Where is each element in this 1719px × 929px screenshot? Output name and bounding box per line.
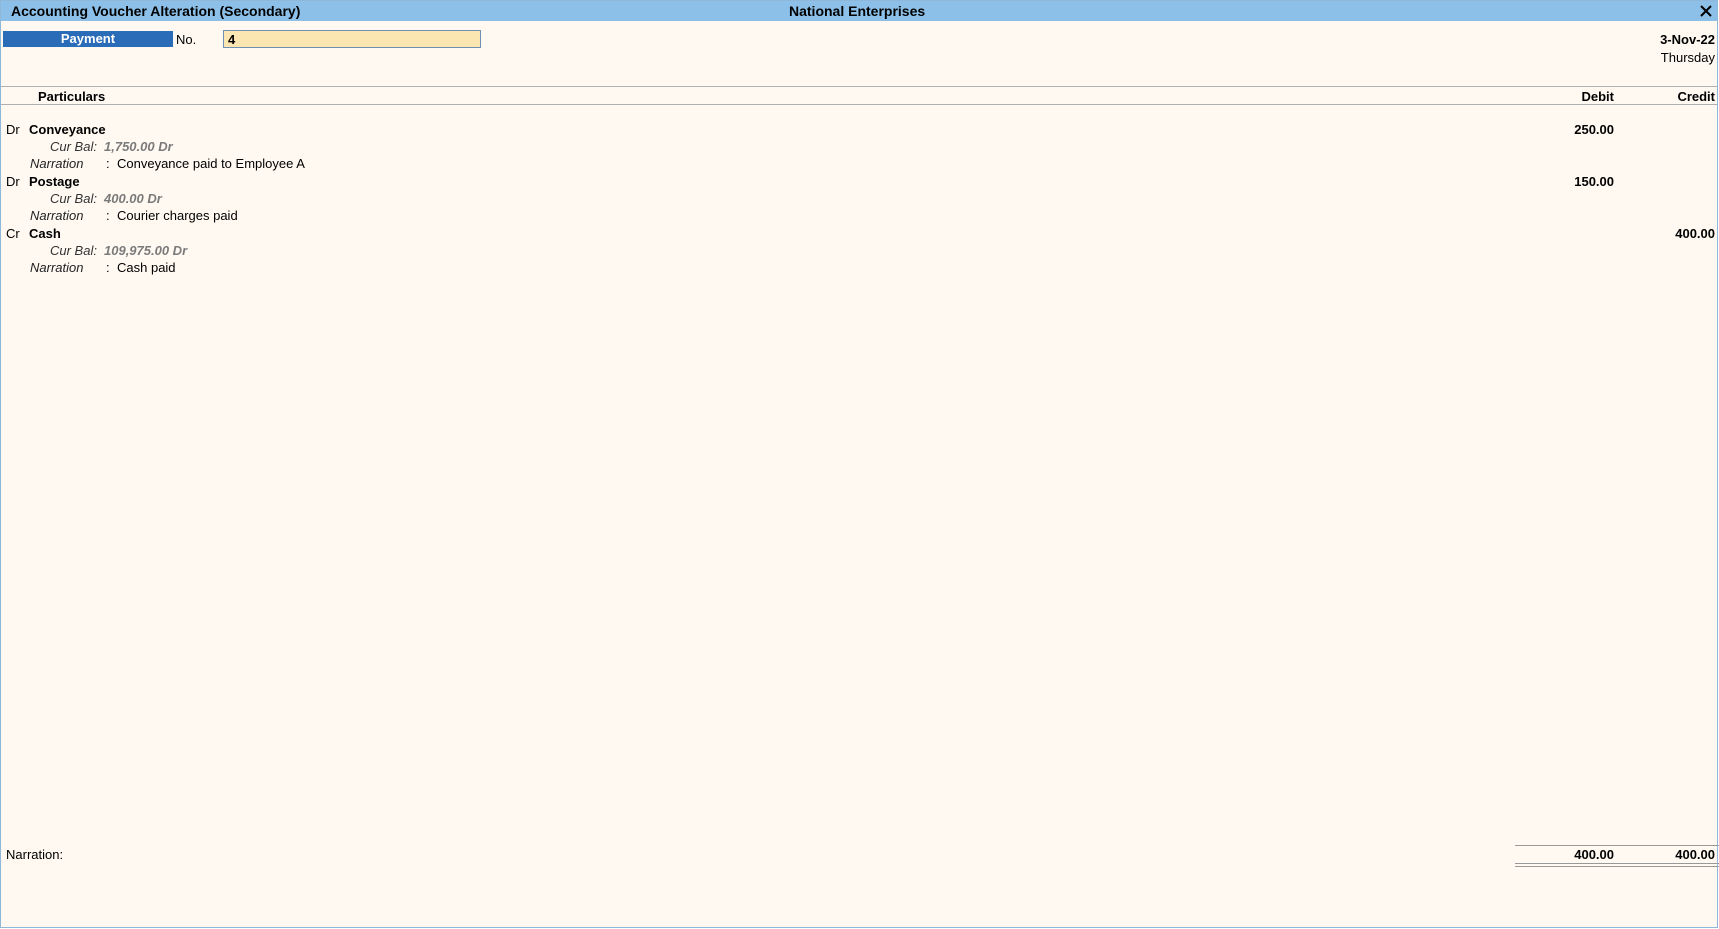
current-balance-value: 1,750.00 Dr bbox=[104, 139, 173, 154]
dr-cr-indicator[interactable]: Dr bbox=[6, 122, 20, 137]
close-button[interactable] bbox=[1697, 1, 1715, 21]
header-divider-bottom bbox=[1, 104, 1717, 105]
ledger-entry[interactable]: Dr Postage 150.00 Cur Bal: 400.00 Dr Nar… bbox=[1, 174, 1717, 226]
ledger-entry[interactable]: Dr Conveyance 250.00 Cur Bal: 1,750.00 D… bbox=[1, 122, 1717, 174]
entry-narration-colon: : bbox=[106, 208, 110, 223]
entry-narration-text[interactable]: Cash paid bbox=[117, 260, 176, 275]
close-icon bbox=[1700, 5, 1712, 17]
voucher-type[interactable]: Payment bbox=[3, 31, 173, 47]
column-header-credit: Credit bbox=[1677, 89, 1715, 104]
current-balance-label: Cur Bal: bbox=[50, 191, 97, 206]
column-header-debit: Debit bbox=[1581, 89, 1615, 104]
header-divider-top bbox=[1, 86, 1717, 87]
current-balance-label: Cur Bal: bbox=[50, 139, 97, 154]
total-debit: 400.00 bbox=[1574, 847, 1614, 862]
ledger-name[interactable]: Cash bbox=[29, 226, 61, 241]
total-divider-top bbox=[1515, 845, 1719, 846]
entry-narration-colon: : bbox=[106, 156, 110, 171]
voucher-no-input[interactable] bbox=[223, 30, 481, 48]
entry-narration-text[interactable]: Conveyance paid to Employee A bbox=[117, 156, 305, 171]
total-credit: 400.00 bbox=[1675, 847, 1715, 862]
ledger-name[interactable]: Postage bbox=[29, 174, 80, 189]
entry-narration-label: Narration bbox=[30, 208, 84, 223]
entry-narration-text[interactable]: Courier charges paid bbox=[117, 208, 238, 223]
debit-amount[interactable]: 250.00 bbox=[1574, 122, 1614, 137]
voucher-day: Thursday bbox=[1660, 50, 1715, 65]
title-bar: Accounting Voucher Alteration (Secondary… bbox=[1, 1, 1717, 21]
dr-cr-indicator[interactable]: Dr bbox=[6, 174, 20, 189]
current-balance-label: Cur Bal: bbox=[50, 243, 97, 258]
debit-amount[interactable]: 150.00 bbox=[1574, 174, 1614, 189]
current-balance-value: 109,975.00 Dr bbox=[104, 243, 188, 258]
entry-narration-label: Narration bbox=[30, 156, 84, 171]
total-divider-bottom bbox=[1515, 863, 1719, 864]
voucher-no-label: No. bbox=[176, 32, 197, 47]
entry-narration-label: Narration bbox=[30, 260, 84, 275]
company-name: National Enterprises bbox=[789, 3, 926, 19]
ledger-name[interactable]: Conveyance bbox=[29, 122, 106, 137]
credit-amount[interactable]: 400.00 bbox=[1675, 226, 1715, 241]
voucher-date[interactable]: 3-Nov-22 bbox=[1660, 32, 1715, 47]
ledger-entry[interactable]: Cr Cash 400.00 Cur Bal: 109,975.00 Dr Na… bbox=[1, 226, 1717, 278]
voucher-narration-label[interactable]: Narration: bbox=[6, 847, 63, 862]
window-title: Accounting Voucher Alteration (Secondary… bbox=[11, 3, 301, 19]
column-header-particulars: Particulars bbox=[38, 89, 106, 104]
entry-narration-colon: : bbox=[106, 260, 110, 275]
total-divider-double bbox=[1515, 866, 1719, 867]
dr-cr-indicator[interactable]: Cr bbox=[6, 226, 20, 241]
current-balance-value: 400.00 Dr bbox=[104, 191, 162, 206]
voucher-window: Accounting Voucher Alteration (Secondary… bbox=[0, 0, 1719, 928]
